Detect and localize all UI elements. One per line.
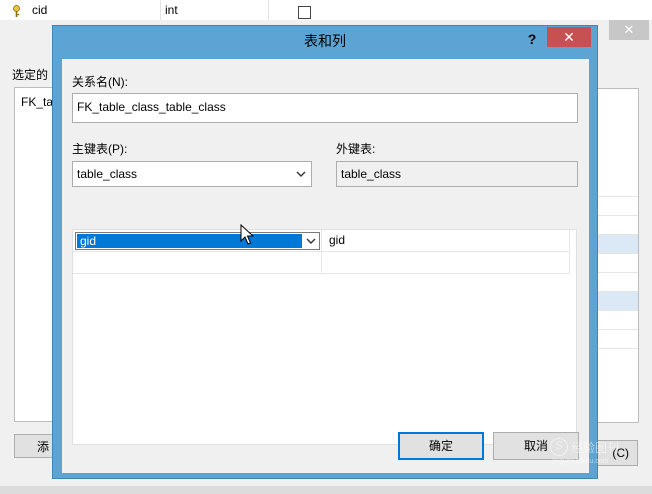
- foreign-table-field: table_class: [336, 161, 578, 187]
- primary-table-select[interactable]: table_class: [72, 161, 312, 187]
- help-button[interactable]: ?: [520, 29, 544, 49]
- foreign-column-value[interactable]: gid: [329, 233, 345, 247]
- primary-column-select[interactable]: gid: [75, 232, 320, 250]
- allow-null-checkbox[interactable]: [298, 6, 311, 19]
- watermark-subtext: jingyan.baidu.com: [552, 458, 609, 465]
- grid-data-type: int: [165, 3, 178, 17]
- chevron-down-icon: [306, 238, 316, 244]
- relation-name-label: 关系名(N):: [72, 75, 128, 89]
- primary-column-value: gid: [77, 234, 302, 248]
- foreign-table-label: 外键表:: [336, 142, 376, 156]
- chevron-down-icon: [296, 171, 306, 177]
- primary-table-label: 主键表(P):: [72, 142, 128, 156]
- relation-list-item[interactable]: FK_ta: [21, 95, 53, 109]
- tables-and-columns-dialog: 表和列 ? ✕ 关系名(N): FK_table_class_table_cla…: [52, 25, 598, 479]
- primary-table-value: table_class: [77, 167, 138, 181]
- column-mapping-grid: gid gid: [72, 229, 577, 445]
- ok-button[interactable]: 确定: [398, 432, 484, 460]
- key-icon: [13, 5, 20, 17]
- selected-relations-label: 选定的: [12, 68, 49, 82]
- dialog-title: 表和列: [304, 33, 346, 49]
- background-close-button[interactable]: ✕: [609, 20, 649, 40]
- watermark: S 经验图刊 jingyan.baidu.com: [550, 436, 640, 466]
- properties-rows: [598, 178, 638, 358]
- background-statusbar: [0, 486, 652, 494]
- dialog-body: 关系名(N): FK_table_class_table_class 主键表(P…: [62, 59, 589, 473]
- mouse-cursor-icon: [240, 224, 254, 245]
- relation-name-input[interactable]: FK_table_class_table_class: [72, 93, 578, 123]
- watermark-text: 经验图刊: [571, 441, 620, 455]
- watermark-logo-icon: S: [550, 438, 568, 456]
- grid-column-name: cid: [32, 3, 48, 17]
- dialog-close-button[interactable]: ✕: [547, 27, 591, 47]
